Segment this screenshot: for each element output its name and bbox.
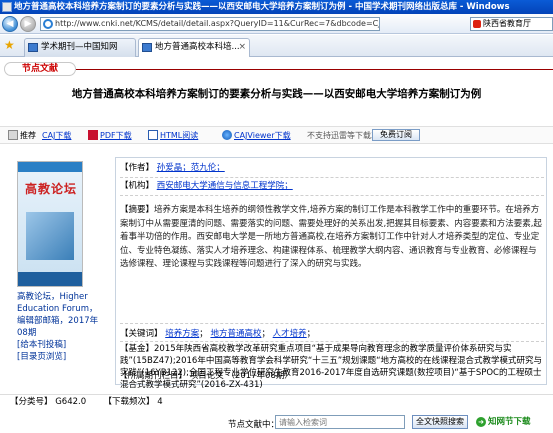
html-read-label: HTML阅读 [160, 131, 199, 140]
keywords-label: 【关键词】 [120, 329, 163, 339]
caj-download-label: CAJ下载 [42, 131, 72, 140]
favorites-star-icon[interactable]: ★ [4, 39, 15, 51]
cover-journal-title: 高教论坛 [24, 182, 77, 196]
recommend-label: 推荐 [20, 131, 36, 140]
search-provider-icon [473, 20, 481, 28]
tab-bar: ★ 学术期刊—中国知网 地方普通高校本科培... × [0, 35, 553, 57]
keyword-item[interactable]: 培养方案 [165, 329, 199, 339]
cajviewer-download-link[interactable]: CAJViewer下载 [222, 130, 291, 141]
recommend-link[interactable]: 推荐 [8, 130, 36, 141]
organization-label: 【机构】 [120, 181, 155, 191]
section-badge: 节点文献 [4, 62, 76, 76]
class-label: 【分类号】 [10, 397, 53, 407]
keywords-row: 【关键词】 培养方案； 地方普通高校； 人才培养； [120, 328, 544, 342]
ie-icon [43, 19, 53, 29]
caj-download-link[interactable]: CAJ下载 [42, 130, 71, 141]
tab-page-icon [28, 43, 38, 52]
keyword-item[interactable]: 地方普通高校 [210, 329, 261, 339]
catalog-link[interactable]: [目录页浏览] [17, 351, 99, 363]
forward-button[interactable]: ▶ [20, 16, 36, 32]
organization-row: 【机构】 西安邮电大学通信与信息工程学院； [120, 180, 544, 196]
class-value: G642.0 [55, 397, 87, 407]
cajviewer-download-label: CAJViewer下载 [234, 131, 291, 140]
collection-row: 【所属期刊栏目】 项目论文 （2017年08期） [119, 370, 543, 382]
journal-caption: 高教论坛，Higher Education Forum，编辑部邮箱，2017年0… [17, 291, 99, 363]
journal-name-link[interactable]: 高教论坛，Higher Education Forum，编辑部邮箱，2017年0… [17, 291, 99, 339]
collection-label: 【所属期刊栏目】 [119, 371, 188, 381]
section-divider [76, 69, 553, 70]
tab-article-label: 地方普通高校本科培... [155, 42, 240, 52]
browser-search-input[interactable]: 陕西省教育厅 [470, 17, 553, 31]
bottom-search-input[interactable] [275, 415, 405, 429]
abstract-row: 【摘要】培养方案是本科生培养的纲领性教学文件,培养方案的制订工作是本科教学工作中… [120, 204, 544, 324]
download-count-value: 4 [157, 397, 163, 407]
submit-link[interactable]: [给本刊投稿] [17, 339, 99, 351]
article-info-panel: 【作者】 孙爱晶；范九伦； 【机构】 西安邮电大学通信与信息工程学院； 【摘要】… [115, 157, 547, 390]
download-count-label: 【下载频次】 [103, 397, 155, 407]
free-subscribe-button[interactable]: 免费订阅 [372, 129, 420, 141]
arrow-right-icon: ➜ [476, 417, 486, 427]
keyword-item[interactable]: 人才培养 [273, 329, 307, 339]
pdf-download-link[interactable]: PDF下载 [88, 130, 132, 141]
abstract-label: 【摘要】 [120, 205, 155, 215]
authors-label: 【作者】 [120, 163, 155, 173]
cnki-node-download-label: 知网节下载 [488, 417, 531, 427]
address-bar: ◀ ▶ http://www.cnki.net/KCMS/detail/deta… [0, 14, 553, 34]
cover-footer-band [18, 272, 82, 286]
recommend-icon [8, 130, 18, 140]
window-title: 地方普通高校本科培养方案制订的要素分析与实践——以西安邮电大学培养方案制订为例 … [14, 2, 510, 12]
fulltext-search-button[interactable]: 全文快照搜索 [412, 415, 468, 429]
authors-row: 【作者】 孙爱晶；范九伦； [120, 162, 544, 178]
url-text: http://www.cnki.net/KCMS/detail/detail.a… [55, 19, 380, 28]
close-tab-icon[interactable]: × [238, 39, 246, 56]
cover-header-band [18, 162, 82, 172]
organization-value[interactable]: 西安邮电大学通信与信息工程学院； [157, 181, 293, 191]
tab-article[interactable]: 地方普通高校本科培... × [138, 38, 250, 57]
abstract-text: 培养方案是本科生培养的纲领性教学文件,培养方案的制订工作是本科教学工作中的重要环… [120, 205, 542, 270]
html-icon [148, 130, 158, 140]
cover-image [26, 212, 74, 260]
download-toolbar: 推荐 CAJ下载 PDF下载 HTML阅读 CAJViewer下载 不支持迅雷等… [0, 126, 553, 144]
pdf-icon [88, 130, 98, 140]
bottom-search-bar: 节点文献中： 全文快照搜索 ➜ 知网节下载 [0, 414, 553, 433]
journal-cover[interactable]: 高教论坛 [17, 161, 83, 287]
authors-value[interactable]: 孙爱晶；范九伦； [157, 163, 225, 173]
article-title: 地方普通高校本科培养方案制订的要素分析与实践——以西安邮电大学培养方案制订为例 [71, 88, 482, 100]
fund-text: 2015年陕西省高校教学改革研究重点项目“基于成果导向教育理念的教学质量评价体系… [120, 344, 543, 390]
collection-value: 项目论文 （2017年08期） [189, 371, 293, 381]
bottom-search-label: 节点文献中： [228, 420, 280, 430]
window-title-bar: 地方普通高校本科培养方案制订的要素分析与实践——以西安邮电大学培养方案制订为例 … [0, 0, 553, 14]
cajviewer-icon [222, 130, 232, 140]
url-input[interactable]: http://www.cnki.net/KCMS/detail/detail.a… [40, 17, 380, 31]
back-button[interactable]: ◀ [2, 16, 18, 32]
tab-journal[interactable]: 学术期刊—中国知网 [24, 38, 136, 57]
window-icon [2, 2, 12, 12]
fund-label: 【基金】 [120, 344, 155, 354]
html-read-link[interactable]: HTML阅读 [148, 130, 198, 141]
meta-line: 【分类号】 G642.0 【下载频次】 4 [0, 394, 553, 408]
tab-journal-label: 学术期刊—中国知网 [41, 42, 118, 52]
browser-search-text: 陕西省教育厅 [483, 19, 531, 28]
page-content: 节点文献 地方普通高校本科培养方案制订的要素分析与实践——以西安邮电大学培养方案… [0, 58, 553, 433]
tab-page-icon [142, 43, 152, 52]
cnki-node-download-link[interactable]: ➜ 知网节下载 [476, 415, 546, 429]
pdf-download-label: PDF下载 [100, 131, 132, 140]
